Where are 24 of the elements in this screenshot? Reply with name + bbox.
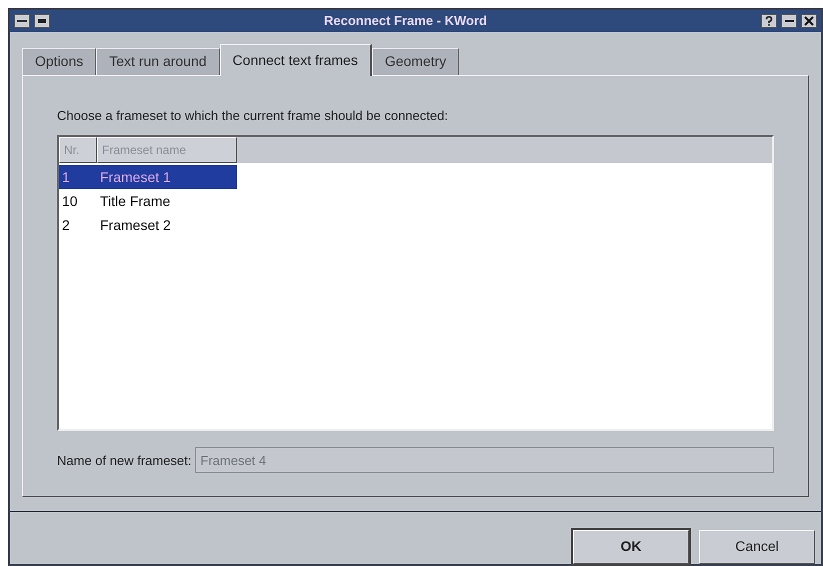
tab[interactable]: Geometry: [372, 48, 460, 75]
help-icon[interactable]: [761, 14, 777, 28]
list-cell-text: Frameset 2: [99, 216, 172, 235]
tab[interactable]: Options: [22, 48, 96, 75]
pin-icon[interactable]: [34, 14, 50, 28]
ok-button[interactable]: OK: [573, 530, 689, 564]
frameset-list[interactable]: Nr. Frameset name 1 Frameset 1 10 Title Frame 2 Frameset 2: [57, 135, 774, 432]
list-row[interactable]: 2 Frameset 2: [59, 213, 237, 238]
list-cell-text: 1: [61, 168, 71, 187]
window-title: Reconnect Frame - KWord: [322, 12, 488, 30]
field-label: Name of new frameset:: [57, 452, 192, 470]
instruction-text: Choose a frameset to which the current frame should be connected:: [57, 106, 449, 125]
list-cell-text: Title Frame: [99, 192, 172, 211]
list-cell-text: 2: [61, 216, 71, 235]
close-icon[interactable]: [801, 14, 817, 28]
menu-icon[interactable]: [14, 14, 30, 28]
list-cell-text: Frameset 1: [99, 168, 172, 187]
list-cell-text: 10: [61, 192, 79, 211]
minimize-icon[interactable]: [781, 14, 797, 28]
list-row[interactable]: 10 Title Frame: [59, 189, 237, 214]
list-row[interactable]: 1 Frameset 1: [59, 165, 237, 190]
tab[interactable]: Connect text frames: [220, 44, 372, 76]
tab[interactable]: Text run around: [96, 48, 220, 75]
cancel-button[interactable]: Cancel: [699, 530, 815, 564]
